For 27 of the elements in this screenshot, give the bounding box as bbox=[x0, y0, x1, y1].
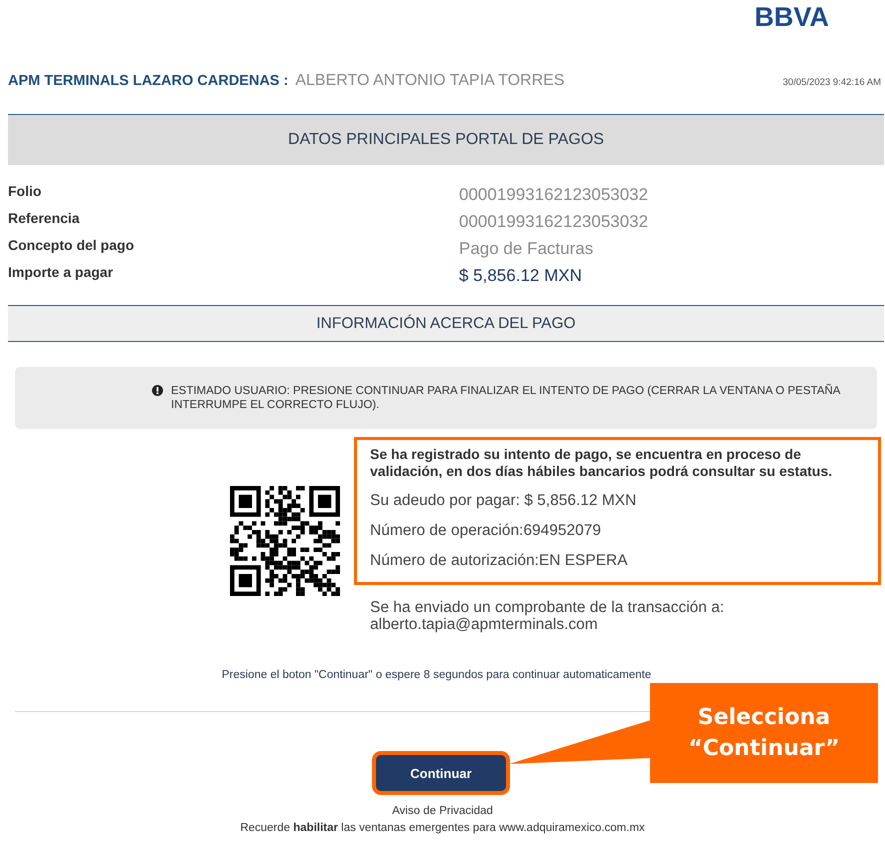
email-address: alberto.tapia@apmterminals.com bbox=[370, 616, 599, 633]
receipt-note: Se ha enviado un comprobante de la transacción a: bbox=[370, 599, 726, 616]
privacy-link[interactable]: Aviso de Privacidad bbox=[392, 805, 493, 817]
popup-note: Recuerde habilitar las ventanas emergentes para www.adquiramexico.com.mx bbox=[240, 822, 645, 834]
continue-button[interactable]: Continuar bbox=[376, 755, 506, 791]
section-header: INFORMACIÓN ACERCA DEL PAGO bbox=[8, 305, 884, 342]
callout-label: Selecciona “Continuar” bbox=[650, 683, 878, 783]
status-detail: Número de operación:694952079 bbox=[370, 522, 601, 539]
auto-continue-text: Presione el boton "Continuar" o espere 8 segundos para continuar automaticamente bbox=[222, 669, 652, 681]
info-icon bbox=[152, 385, 163, 396]
status-detail: Número de autorización:EN ESPERA bbox=[370, 552, 628, 569]
field-value: Pago de Facturas bbox=[459, 239, 594, 259]
section-header: DATOS PRINCIPALES PORTAL DE PAGOS bbox=[8, 114, 884, 165]
bbva-logo: BBVA bbox=[754, 4, 829, 34]
notice-text: ESTIMADO USUARIO: PRESIONE CONTINUAR PARA FINALIZAR EL INTENTO DE PAGO (CERRAR LA VENTANA O PESTAÑA INTERRUMPE EL CORRECTO FLUJO). bbox=[171, 384, 842, 412]
company-name: APM TERMINALS LAZARO CARDENAS : bbox=[8, 73, 288, 89]
status-detail: Su adeudo por pagar: $ 5,856.12 MXN bbox=[370, 492, 636, 509]
field-label: Folio bbox=[8, 183, 42, 199]
customer-name: ALBERTO ANTONIO TAPIA TORRES bbox=[295, 72, 566, 90]
status-message: Se ha registrado su intento de pago, se encuentra en proceso de validación, en dos días hábiles bancarios podrá consultar su estatus. bbox=[370, 446, 834, 480]
field-value: 00001993162123053032 bbox=[459, 212, 650, 232]
field-label: Concepto del pago bbox=[8, 237, 135, 253]
field-value: $ 5,856.12 MXN bbox=[459, 266, 583, 286]
timestamp: 30/05/2023 9:42:16 AM bbox=[782, 77, 881, 88]
field-label: Referencia bbox=[8, 210, 81, 226]
field-label: Importe a pagar bbox=[8, 264, 114, 280]
field-value: 00001993162123053032 bbox=[459, 185, 650, 205]
